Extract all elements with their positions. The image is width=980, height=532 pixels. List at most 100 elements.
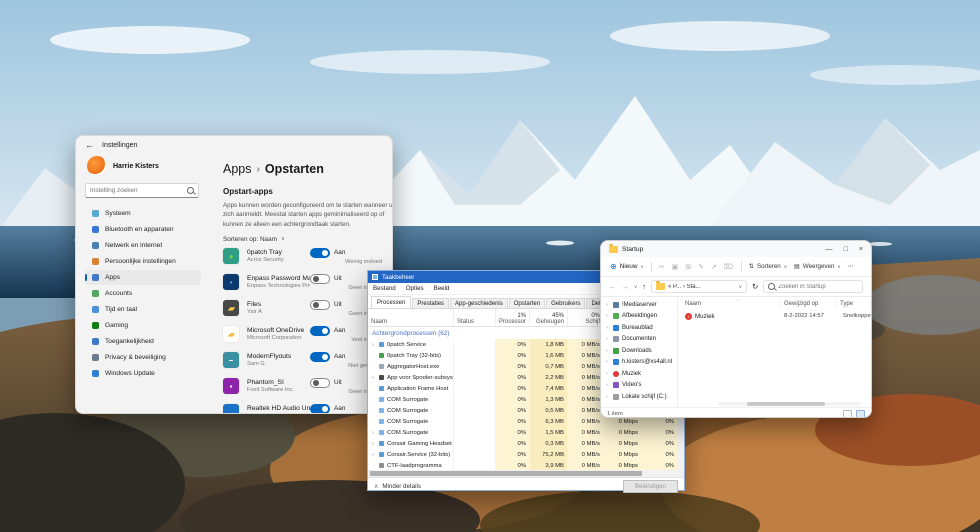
delete-icon[interactable]: ⌦ [724, 263, 734, 271]
details-view-icon[interactable] [856, 409, 865, 417]
process-row[interactable]: › COM Surrogate 0% 1,5 MB 0 MB/s 0 Mbps … [368, 427, 677, 438]
copy-icon[interactable]: ▣ [672, 263, 679, 271]
menu-item[interactable]: Beeld [434, 285, 450, 292]
sidebar-item[interactable]: Systeem [85, 206, 201, 221]
tm-tab[interactable]: Gebruikers [546, 298, 586, 308]
close-button[interactable]: × [859, 246, 863, 253]
expand-chevron-icon[interactable]: › [606, 359, 610, 365]
explorer-sidebar-item[interactable]: › h.kisters@xs4all.nl [601, 357, 677, 369]
expand-chevron-icon[interactable]: › [372, 452, 376, 458]
share-icon[interactable]: ↗ [711, 263, 717, 271]
back-icon[interactable]: ← [85, 140, 94, 150]
breadcrumb-apps[interactable]: Apps [223, 162, 252, 176]
process-row[interactable]: › Corsair.Service (32-bits) 0% 75,2 MB 0… [368, 449, 677, 460]
paste-icon[interactable]: ⊞ [685, 263, 691, 271]
expand-chevron-icon[interactable]: › [372, 342, 376, 348]
tm-horizontal-scrollbar[interactable] [368, 470, 684, 477]
tm-tab[interactable]: Processen [371, 296, 412, 308]
list-view-icon[interactable] [843, 409, 852, 417]
process-name: AggregatorHost.exe [387, 363, 440, 370]
history-chevron-icon[interactable]: ∨ [634, 284, 637, 290]
startup-toggle[interactable] [310, 273, 330, 284]
menu-item[interactable]: Opties [406, 285, 424, 292]
fewer-details-button[interactable]: ∧ Minder details [374, 483, 421, 490]
process-memory: 2,2 MB [529, 372, 567, 383]
sidebar-item-label: Afbeeldingen [622, 313, 658, 320]
explorer-sidebar-item[interactable]: › Bureaublad [601, 322, 677, 334]
sidebar-item[interactable]: Privacy & beveiliging [85, 350, 201, 365]
explorer-horizontal-scrollbar[interactable] [718, 402, 861, 406]
column-header-status[interactable]: Status [453, 309, 495, 326]
explorer-sidebar-item[interactable]: › !Mediaserver [601, 299, 677, 311]
process-row[interactable]: › Corsair Gaming Headset Drivers 0% 0,3 … [368, 438, 677, 449]
end-task-button[interactable]: Beëindigen [623, 480, 678, 493]
sidebar-item[interactable]: Gaming [85, 318, 201, 333]
column-header-cpu[interactable]: 1% Processor [495, 309, 529, 326]
explorer-sidebar-item[interactable]: › Downloads [601, 345, 677, 357]
expand-chevron-icon[interactable]: › [606, 371, 610, 377]
tm-tab[interactable]: App-geschiedenis [450, 298, 508, 308]
back-icon[interactable]: ← [609, 282, 617, 291]
app-publisher: Foxit Software Inc. [247, 387, 295, 394]
expand-chevron-icon[interactable]: › [606, 325, 610, 331]
settings-main: Apps › Opstarten Opstart-apps Apps kunne… [207, 154, 392, 413]
column-header-memory[interactable]: 45% Geheugen [529, 309, 567, 326]
tm-tab[interactable]: Prestaties [412, 298, 450, 308]
sidebar-item[interactable]: Tijd en taal [85, 302, 201, 317]
expand-chevron-icon[interactable]: › [606, 394, 610, 400]
settings-search[interactable] [85, 183, 199, 198]
explorer-search-input[interactable] [778, 283, 858, 290]
process-row[interactable]: › CTF-laadprogramma 0% 3,9 MB 0 MB/s 0 M… [368, 460, 677, 470]
explorer-sidebar-item[interactable]: › Lokale schijf (C:) [601, 391, 677, 403]
expand-chevron-icon[interactable]: › [606, 302, 610, 308]
expand-chevron-icon[interactable]: › [372, 375, 376, 381]
rename-icon[interactable]: ✎ [698, 263, 704, 271]
sidebar-item[interactable]: Apps [85, 270, 201, 285]
sidebar-item[interactable]: Persoonlijke instellingen [85, 254, 201, 269]
expand-chevron-icon[interactable]: › [372, 430, 376, 436]
startup-toggle[interactable] [310, 351, 330, 362]
startup-toggle[interactable] [310, 247, 330, 258]
startup-toggle[interactable] [310, 299, 330, 310]
startup-toggle[interactable] [310, 403, 330, 413]
settings-search-input[interactable] [90, 187, 187, 194]
account-row[interactable]: Harrie Kisters [87, 156, 203, 176]
column-header-name[interactable]: ˆ Naam [368, 309, 453, 326]
explorer-sidebar-item[interactable]: › Muziek [601, 368, 677, 380]
explorer-sidebar-item[interactable]: › Documenten [601, 334, 677, 346]
explorer-sidebar-item[interactable]: › Afbeeldingen [601, 311, 677, 323]
expand-chevron-icon[interactable]: › [606, 382, 610, 388]
expand-chevron-icon[interactable]: › [606, 336, 610, 342]
up-icon[interactable]: ↑ [642, 282, 646, 291]
forward-icon[interactable]: → [622, 282, 630, 291]
explorer-search[interactable] [763, 280, 863, 293]
file-row[interactable]: ♪ Muziek 8-2-2022 14:57 Snelkoppeling [685, 310, 871, 322]
sort-button[interactable]: ⇅ Sorteren ∨ [749, 263, 787, 270]
column-header-name[interactable]: ˆ Naam [685, 300, 781, 307]
column-header-type[interactable]: Type [837, 300, 871, 307]
maximize-button[interactable]: □ [844, 246, 848, 253]
expand-chevron-icon[interactable]: › [606, 348, 610, 354]
column-header-disk[interactable]: 0% Schijf [567, 309, 603, 326]
explorer-sidebar-item[interactable]: › Video's [601, 380, 677, 392]
column-header-date[interactable]: Gewijzigd op [781, 300, 837, 307]
sidebar-item[interactable]: Toegankelijkheid [85, 334, 201, 349]
address-bar[interactable]: « P... › Sta... ∨ [651, 280, 748, 293]
startup-toggle[interactable] [310, 377, 330, 388]
refresh-icon[interactable]: ↻ [752, 282, 758, 291]
sidebar-item[interactable]: Accounts [85, 286, 201, 301]
menu-item[interactable]: Bestand [373, 285, 396, 292]
startup-toggle[interactable] [310, 325, 330, 336]
sort-dropdown[interactable]: Sorteren op: Naam ∨ [223, 236, 382, 243]
sidebar-item[interactable]: Bluetooth en apparaten [85, 222, 201, 237]
view-button[interactable]: ▤ Weergeven ∨ [794, 263, 841, 270]
cut-icon[interactable]: ✂ [659, 263, 665, 271]
new-button[interactable]: ⊕ Nieuw ∨ [610, 262, 644, 271]
minimize-button[interactable]: — [826, 246, 833, 253]
sidebar-item[interactable]: Windows Update [85, 366, 201, 381]
more-options-button[interactable]: ⋯ [848, 263, 854, 270]
sidebar-item[interactable]: Netwerk en internet [85, 238, 201, 253]
tm-tab[interactable]: Opstarten [508, 298, 546, 308]
expand-chevron-icon[interactable]: › [606, 313, 610, 319]
expand-chevron-icon[interactable]: › [372, 441, 376, 447]
